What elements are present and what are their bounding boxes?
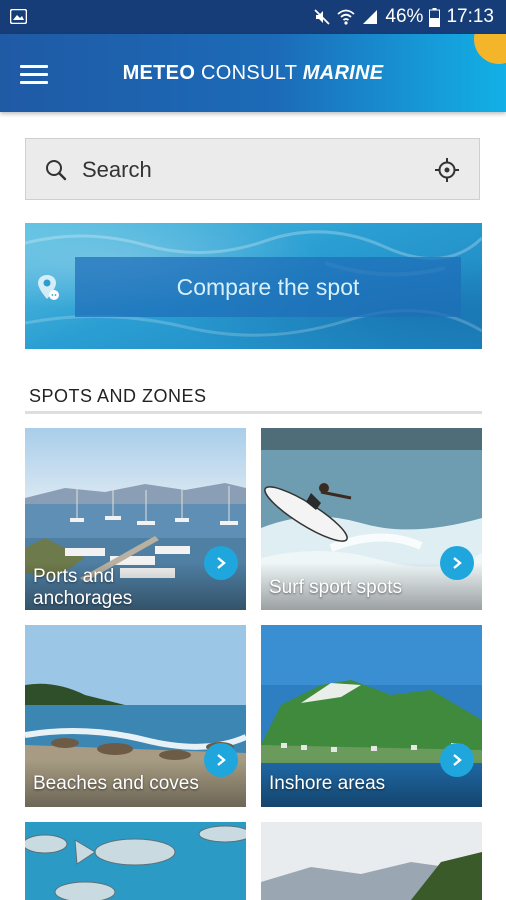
chevron-right-icon[interactable]: [440, 546, 474, 580]
image-icon: [10, 9, 27, 24]
clock: 17:13: [446, 6, 494, 27]
tile-label: Ports and anchorages: [33, 566, 133, 609]
tile-surf-sport-spots[interactable]: Surf sport spots: [261, 428, 482, 610]
wifi-icon: [337, 8, 356, 26]
tile-label: Surf sport spots: [269, 577, 403, 598]
map-pin-icon: [37, 273, 63, 308]
battery-percent: 46%: [385, 6, 424, 27]
tile-inshore-areas[interactable]: Inshore areas: [261, 625, 482, 807]
tile-ports-anchorages[interactable]: Ports and anchorages: [25, 428, 246, 610]
tile-label: Inshore areas: [269, 773, 386, 794]
tile-coastal-landscape[interactable]: [261, 822, 482, 900]
search-input[interactable]: Search: [25, 138, 480, 200]
chevron-right-icon[interactable]: [204, 743, 238, 777]
mute-icon: [313, 8, 331, 26]
compare-spot-button[interactable]: Compare the spot: [75, 257, 461, 317]
status-bar: 46% 17:13: [0, 0, 506, 34]
chevron-right-icon[interactable]: [440, 743, 474, 777]
app-bar: METEO CONSULT MARINE: [0, 34, 506, 112]
landscape-photo: [261, 822, 482, 900]
chevron-right-icon[interactable]: [204, 546, 238, 580]
search-placeholder: Search: [82, 157, 152, 182]
fish-photo: [25, 822, 246, 900]
battery-icon: [429, 7, 441, 27]
compare-spot-banner[interactable]: Compare the spot: [25, 223, 482, 349]
app-logo: METEO CONSULT MARINE: [122, 62, 384, 84]
section-title: SPOTS AND ZONES: [29, 386, 207, 406]
signal-icon: [361, 8, 379, 26]
gps-locate-icon[interactable]: [435, 158, 459, 187]
search-icon: [44, 158, 68, 187]
sun-decoration: [474, 34, 506, 64]
section-divider: [25, 411, 482, 414]
tile-marine-life[interactable]: [25, 822, 246, 900]
tile-label: Beaches and coves: [33, 773, 199, 794]
tile-beaches-coves[interactable]: Beaches and coves: [25, 625, 246, 807]
